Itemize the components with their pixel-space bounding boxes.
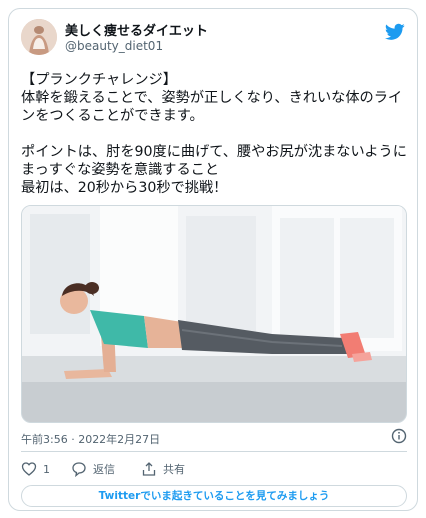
tweet-image[interactable] <box>21 205 407 423</box>
share-icon <box>142 462 156 476</box>
tweet-timestamp[interactable]: 午前3:56 · 2022年2月27日 <box>21 431 160 447</box>
like-button[interactable]: 1 <box>21 459 50 479</box>
reply-button[interactable]: 返信 <box>71 459 115 479</box>
tweet-card: 美しく痩せるダイエット @beauty_diet01 【プランクチャレンジ】 体… <box>8 8 418 511</box>
share-label: 共有 <box>163 463 185 476</box>
heart-icon <box>21 462 37 476</box>
divider <box>21 451 407 452</box>
tweet-text: 【プランクチャレンジ】 体幹を鍛えることで、姿勢が正しくなり、きれいな体のライン… <box>21 72 407 196</box>
info-icon[interactable] <box>391 428 407 444</box>
tweet-header: 美しく痩せるダイエット @beauty_diet01 <box>21 19 407 63</box>
like-count: 1 <box>43 462 50 476</box>
avatar[interactable] <box>21 19 57 55</box>
reply-bubble-icon <box>72 462 86 477</box>
share-button[interactable]: 共有 <box>141 459 185 479</box>
twitter-bird-icon[interactable] <box>385 23 405 41</box>
display-name[interactable]: 美しく痩せるダイエット <box>65 20 208 39</box>
plank-exercise-photo-icon <box>22 206 406 422</box>
avatar-photo-icon <box>21 19 57 55</box>
explore-twitter-button[interactable]: Twitterでいま起きていることを見てみましょう <box>21 485 407 507</box>
reply-label: 返信 <box>93 463 115 476</box>
user-handle[interactable]: @beauty_diet01 <box>65 39 163 53</box>
tweet-actions: 1 返信 共有 <box>21 459 321 479</box>
